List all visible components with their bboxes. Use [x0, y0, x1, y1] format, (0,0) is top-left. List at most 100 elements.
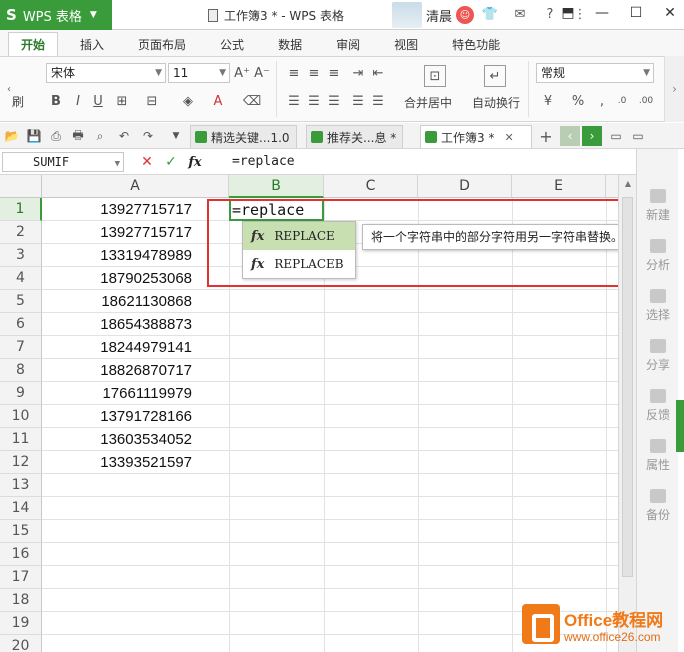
confirm-icon[interactable]: ✓ — [162, 153, 180, 171]
row-header[interactable]: 9 — [0, 382, 42, 405]
save-icon[interactable]: 💾 — [26, 128, 42, 144]
row-header[interactable]: 14 — [0, 497, 42, 520]
row-header[interactable]: 17 — [0, 566, 42, 589]
merge-center-button[interactable]: 合并居中 — [404, 94, 452, 111]
doc-tab-2[interactable]: 推荐关...息 * — [306, 125, 404, 148]
font-color-icon[interactable]: A — [210, 93, 226, 109]
cell-a[interactable]: 13791728166 — [43, 405, 228, 428]
indent-icon[interactable]: ⇥ — [350, 65, 366, 81]
cell-a[interactable]: 18790253068 — [43, 267, 228, 290]
outdent-icon[interactable]: ⇤ — [370, 65, 386, 81]
percent-icon[interactable]: % — [570, 93, 586, 109]
column-header-c[interactable]: C — [324, 175, 418, 198]
clear-format-icon[interactable]: ⌫ — [243, 93, 261, 109]
align-bottom-icon[interactable]: ≡ — [326, 65, 342, 81]
user-avatar[interactable] — [392, 2, 422, 28]
tab-list-icon[interactable]: ▭ — [630, 128, 646, 144]
row-header[interactable]: 7 — [0, 336, 42, 359]
user-area[interactable]: 清晨 ☺ — [392, 0, 475, 30]
tab-scroll-right-icon[interactable]: › — [582, 126, 602, 146]
cell-a[interactable]: 13927715717 — [43, 221, 228, 244]
column-header-b[interactable]: B — [229, 175, 324, 198]
row-header[interactable]: 16 — [0, 543, 42, 566]
row-header[interactable]: 18 — [0, 589, 42, 612]
tab-special[interactable]: 特色功能 — [440, 32, 512, 56]
tab-data[interactable]: 数据 — [266, 32, 314, 56]
feedback-icon[interactable]: ✉ — [512, 6, 528, 22]
row-header[interactable]: 5 — [0, 290, 42, 313]
sidebar-item-backup[interactable]: 备份 — [637, 489, 679, 523]
tab-page-layout[interactable]: 页面布局 — [126, 32, 198, 56]
new-tab-icon[interactable]: + — [538, 127, 554, 146]
row-header[interactable]: 8 — [0, 359, 42, 382]
sidebar-item-select[interactable]: 选择 — [637, 289, 679, 323]
italic-icon[interactable]: I — [70, 93, 86, 109]
tab-insert[interactable]: 插入 — [68, 32, 116, 56]
user-name[interactable]: 清晨 — [426, 6, 452, 25]
decrease-decimal-icon[interactable]: .00 — [638, 93, 654, 109]
increase-decimal-icon[interactable]: .0 — [614, 93, 630, 109]
tab-view[interactable]: 视图 — [382, 32, 430, 56]
column-header-d[interactable]: D — [418, 175, 512, 198]
font-name-select[interactable]: 宋体 ▼ — [46, 63, 166, 83]
cell-a[interactable]: 17661119979 — [43, 382, 228, 405]
cell-a[interactable]: 13603534052 — [43, 428, 228, 451]
customize-toolbar-icon[interactable]: ▼ — [168, 128, 184, 144]
redo-icon[interactable]: ↷ — [140, 128, 156, 144]
restore-ribbon-icon[interactable]: ⬒ — [560, 4, 576, 22]
row-header[interactable]: 2 — [0, 221, 42, 244]
increase-font-icon[interactable]: A⁺ — [234, 65, 250, 81]
sidebar-item-analyze[interactable]: 分析 — [637, 239, 679, 273]
insert-function-icon[interactable]: fx — [186, 153, 204, 171]
format-painter-label[interactable]: 刷 — [12, 93, 24, 110]
row-header[interactable]: 10 — [0, 405, 42, 428]
cell-a[interactable]: 18654388873 — [43, 313, 228, 336]
doc-tab-1[interactable]: 精选关键...1.0 — [190, 125, 297, 148]
align-top-icon[interactable]: ≡ — [286, 65, 302, 81]
decrease-font-icon[interactable]: A⁻ — [254, 65, 270, 81]
cell-a[interactable]: 18826870717 — [43, 359, 228, 382]
font-size-select[interactable]: 11 ▼ — [168, 63, 230, 83]
row-header[interactable]: 12 — [0, 451, 42, 474]
print-preview-icon[interactable]: ⌕ — [92, 128, 108, 144]
help-icon[interactable]: ? — [542, 6, 558, 22]
tab-home[interactable]: 开始 — [8, 32, 59, 56]
select-all-corner[interactable] — [0, 175, 42, 198]
bold-icon[interactable]: B — [48, 93, 64, 109]
row-header[interactable]: 1 — [0, 198, 42, 221]
cell-a[interactable]: 13927715717 — [43, 198, 228, 221]
tab-list-icon[interactable]: ▭ — [608, 128, 624, 144]
row-header[interactable]: 3 — [0, 244, 42, 267]
row-header[interactable]: 20 — [0, 635, 42, 652]
ribbon-scroll-left-icon[interactable]: ‹ — [2, 59, 16, 119]
row-header[interactable]: 11 — [0, 428, 42, 451]
scrollbar-thumb[interactable] — [622, 197, 633, 577]
maximize-icon[interactable]: ☐ — [628, 4, 644, 22]
user-badge-icon[interactable]: ☺ — [456, 6, 475, 24]
sidebar-item-properties[interactable]: 属性 — [637, 439, 679, 473]
align-left-icon[interactable]: ☰ — [286, 93, 302, 109]
cancel-icon[interactable]: ✕ — [138, 153, 156, 171]
formula-input[interactable]: =replace — [226, 152, 634, 172]
ribbon-scroll-right-icon[interactable]: › — [664, 56, 684, 122]
border-icon[interactable]: ⊞ — [114, 93, 130, 109]
row-header[interactable]: 19 — [0, 612, 42, 635]
scroll-up-icon[interactable]: ▲ — [622, 179, 634, 188]
underline-icon[interactable]: U — [90, 93, 106, 109]
sidebar-item-new[interactable]: 新建 — [637, 189, 679, 223]
row-header[interactable]: 15 — [0, 520, 42, 543]
close-icon[interactable]: ✕ — [662, 4, 678, 22]
distribute-icon[interactable]: ☰ — [370, 93, 386, 109]
merge-center-icon[interactable]: ⊡ — [424, 65, 446, 87]
sidebar-toggle[interactable] — [676, 400, 684, 452]
merge-border-icon[interactable]: ⊟ — [144, 93, 160, 109]
align-middle-icon[interactable]: ≡ — [306, 65, 322, 81]
open-folder-icon[interactable]: 📂 — [4, 128, 20, 144]
cell-a[interactable]: 18244979141 — [43, 336, 228, 359]
chevron-down-icon[interactable]: ▼ — [115, 155, 120, 173]
align-center-icon[interactable]: ☰ — [306, 93, 322, 109]
tab-scroll-left-icon[interactable]: ‹ — [560, 126, 580, 146]
app-menu-button[interactable]: S WPS 表格 ▼ — [0, 0, 112, 30]
cell-a[interactable]: 18621130868 — [43, 290, 228, 313]
skin-icon[interactable]: 👕 — [482, 6, 498, 22]
